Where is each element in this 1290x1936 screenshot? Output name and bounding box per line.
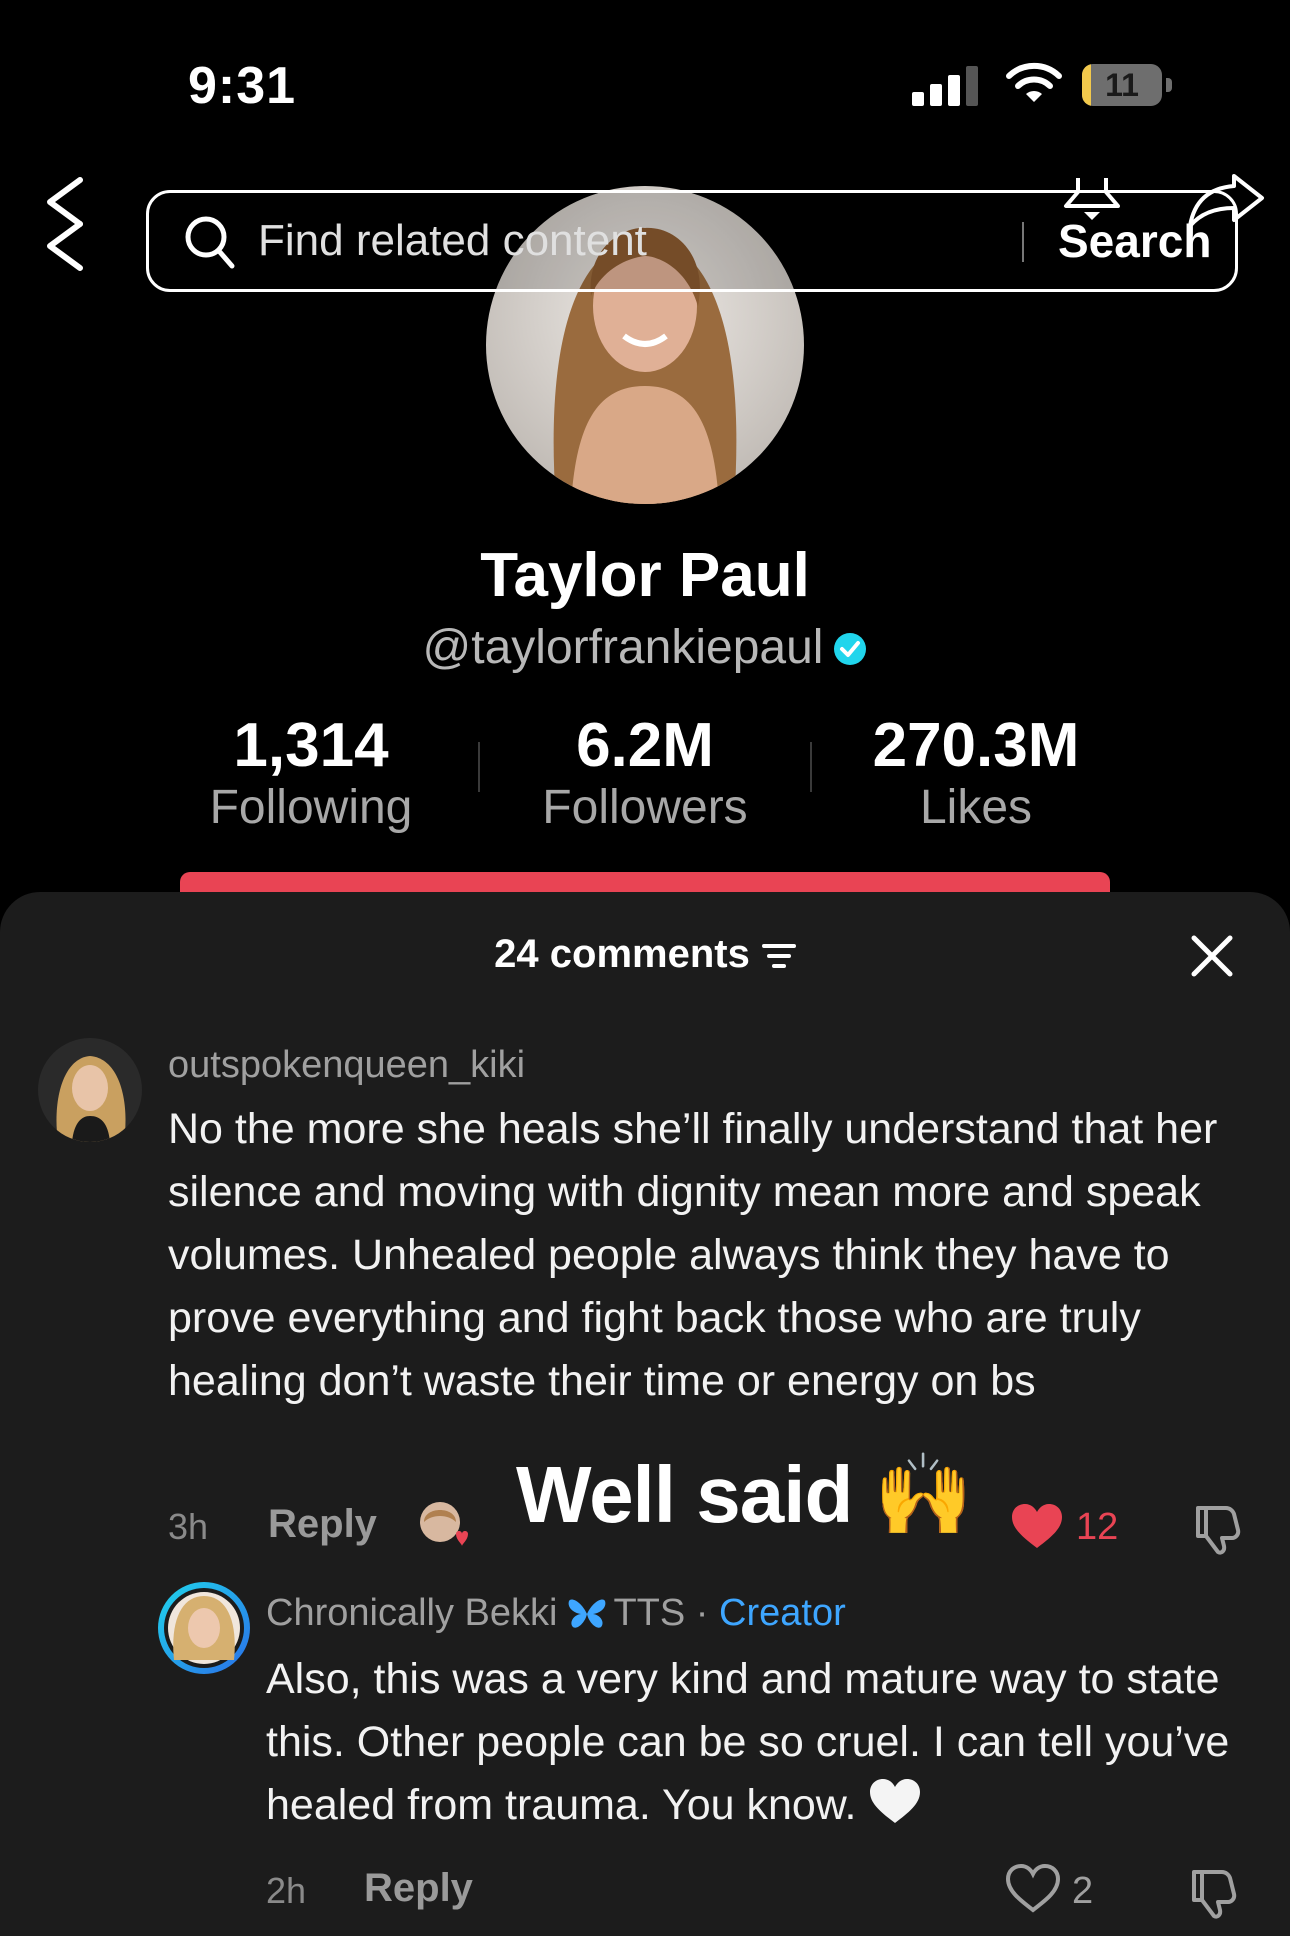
stat-followers[interactable]: 6.2M Followers bbox=[495, 712, 795, 836]
search-input[interactable]: Find related content bbox=[258, 216, 647, 266]
battery-indicator: 11 bbox=[1082, 64, 1174, 108]
dislike-icon[interactable] bbox=[1186, 1866, 1240, 1920]
share-icon[interactable] bbox=[1186, 172, 1266, 228]
back-icon[interactable] bbox=[40, 172, 90, 272]
likes-count: 270.3M bbox=[872, 711, 1080, 780]
like-count: 12 bbox=[1076, 1506, 1119, 1548]
dislike-icon[interactable] bbox=[1190, 1502, 1244, 1556]
stat-following[interactable]: 1,314 Following bbox=[161, 712, 461, 836]
followers-label: Followers bbox=[542, 781, 748, 834]
search-divider bbox=[1022, 222, 1024, 262]
comments-count: 24 comments bbox=[494, 932, 750, 976]
likes-label: Likes bbox=[919, 781, 1033, 834]
creator-comment-header: Chronically Bekki TTS · Creator bbox=[266, 1592, 846, 1635]
creator-avatar[interactable] bbox=[156, 1580, 252, 1676]
comment-text-body: Also, this was a very kind and mature wa… bbox=[266, 1655, 1230, 1829]
like-count: 2 bbox=[1072, 1870, 1094, 1912]
comment-text: No the more she heals she’ll finally und… bbox=[168, 1105, 1218, 1405]
reply-button[interactable]: Reply bbox=[268, 1502, 377, 1547]
following-label: Following bbox=[209, 781, 413, 834]
creator-liked-icon bbox=[420, 1502, 468, 1546]
profile-name: Taylor Paul bbox=[480, 541, 810, 610]
heart-icon[interactable] bbox=[1010, 1502, 1064, 1552]
close-icon[interactable] bbox=[1190, 934, 1234, 978]
bell-icon[interactable] bbox=[1058, 172, 1126, 222]
signal-icon bbox=[912, 66, 978, 106]
white-heart-icon bbox=[870, 1779, 921, 1823]
comments-header: 24 comments bbox=[0, 932, 1290, 977]
status-time: 9:31 bbox=[188, 57, 297, 115]
comment-username[interactable]: outspokenqueen_kiki bbox=[168, 1044, 525, 1087]
battery-level: 11 bbox=[1105, 67, 1139, 103]
verified-icon bbox=[834, 633, 867, 665]
commenter-avatar[interactable] bbox=[38, 1038, 142, 1142]
comment-timestamp: 3h bbox=[168, 1506, 209, 1547]
profile-handle: @taylorfrankiepaul bbox=[422, 621, 824, 674]
heart-icon[interactable] bbox=[1006, 1864, 1060, 1914]
following-count: 1,314 bbox=[233, 711, 389, 780]
creator-username[interactable]: Chronically Bekki bbox=[266, 1592, 557, 1634]
profile-handle-row: @taylorfrankiepaul bbox=[0, 620, 1290, 675]
creator-source: TTS bbox=[613, 1592, 686, 1634]
comment-text: Also, this was a very kind and mature wa… bbox=[266, 1648, 1266, 1837]
comment-timestamp: 2h bbox=[266, 1870, 307, 1911]
stat-divider bbox=[478, 742, 480, 792]
wifi-icon bbox=[1006, 62, 1062, 102]
butterfly-icon bbox=[569, 1599, 606, 1628]
header-separator: · bbox=[695, 1592, 709, 1634]
search-icon bbox=[185, 216, 235, 269]
stat-divider bbox=[810, 742, 812, 792]
followers-count: 6.2M bbox=[576, 711, 714, 780]
sort-icon[interactable] bbox=[761, 942, 796, 970]
reply-button[interactable]: Reply bbox=[364, 1866, 473, 1911]
overlay-caption: Well said 🙌 bbox=[516, 1450, 973, 1539]
creator-badge: Creator bbox=[719, 1592, 846, 1634]
stat-likes: 270.3M Likes bbox=[826, 712, 1126, 836]
